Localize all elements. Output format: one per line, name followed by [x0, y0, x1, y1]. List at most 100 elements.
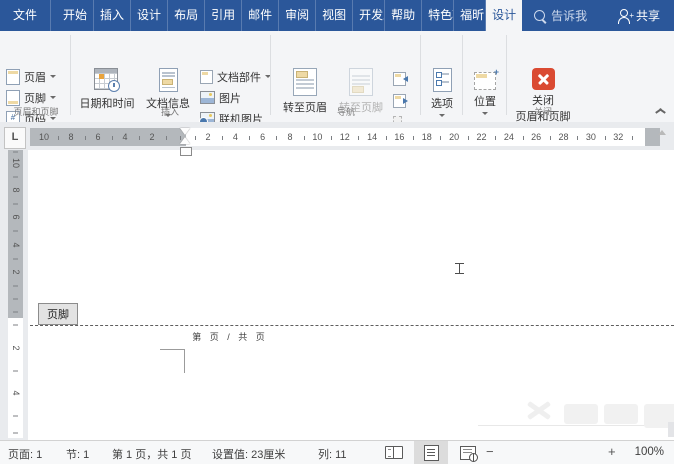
ruler-tick: [386, 136, 387, 140]
document-info-button[interactable]: 文档信息: [140, 64, 196, 130]
ruler-number: 6: [11, 214, 21, 219]
status-setting[interactable]: 设置值: 23厘米: [212, 446, 285, 462]
ruler-vertical[interactable]: 10864224: [8, 150, 23, 438]
footer-field-text[interactable]: 第 页 / 共 页: [185, 330, 275, 343]
ruler-tick: [276, 136, 277, 140]
goto-header-button[interactable]: 转至页眉: [278, 64, 332, 130]
ruler-number: 10: [312, 132, 322, 142]
ruler-tick: [58, 136, 59, 140]
ruler-number: 4: [11, 390, 21, 395]
previous-section-button[interactable]: [393, 69, 406, 88]
document-page[interactable]: 页脚 第 页 / 共 页: [28, 150, 674, 440]
ruler-number: 2: [149, 132, 154, 142]
position-icon: +: [474, 72, 496, 90]
ruler-tick: [358, 136, 359, 140]
picture-button[interactable]: 图片: [200, 88, 241, 107]
ruler-tick: [550, 136, 551, 140]
share-label: 共享: [636, 7, 660, 24]
ruler-number: 32: [613, 132, 623, 142]
tab-references[interactable]: 引用: [205, 0, 242, 31]
left-indent-marker[interactable]: [180, 147, 192, 156]
status-column[interactable]: 列: 11: [318, 446, 347, 462]
scroll-up-icon[interactable]: [658, 130, 666, 135]
search-icon: [534, 10, 545, 21]
chevron-down-icon: [482, 112, 488, 115]
tab-view[interactable]: 视图: [316, 0, 353, 31]
tab-foxit[interactable]: 福昕PDF: [454, 0, 486, 31]
print-layout-icon: [424, 445, 439, 461]
document-canvas: 页脚 第 页 / 共 页 L 1086422468101214161820222…: [0, 122, 674, 440]
tab-home[interactable]: 开始: [57, 0, 94, 31]
ruler-tick: [304, 136, 305, 140]
ruler-tick: [413, 136, 414, 140]
ribbon: 页眉 页脚 # 页码 页眉和页脚 日期和时间 文档信息 文档部件: [0, 31, 674, 123]
picture-icon: [200, 91, 215, 104]
status-section[interactable]: 节: 1: [66, 446, 89, 462]
read-mode-button[interactable]: [380, 441, 408, 464]
hanging-indent-marker[interactable]: [180, 137, 190, 144]
options-label: 选项: [431, 95, 453, 111]
zoom-in-icon[interactable]: +: [608, 444, 616, 459]
date-time-icon: [94, 68, 120, 92]
goto-header-label: 转至页眉: [283, 99, 327, 115]
ruler-tick: [166, 136, 167, 140]
options-button[interactable]: 选项: [424, 64, 460, 130]
ruler-number: 2: [11, 345, 21, 350]
tab-help[interactable]: 帮助: [385, 0, 422, 31]
group-separator: [506, 35, 507, 115]
ruler-number: 2: [11, 269, 21, 274]
tell-me-box[interactable]: 告诉我: [534, 0, 587, 31]
tab-hf-design[interactable]: 设计: [486, 0, 522, 31]
status-bar: 页面: 1 节: 1 第 1 页，共 1 页 设置值: 23厘米 列: 11 −…: [0, 440, 674, 464]
print-layout-button[interactable]: [414, 441, 448, 464]
first-line-indent-marker[interactable]: [180, 128, 190, 135]
document-info-icon: [159, 68, 178, 92]
word-window: 文件开始插入设计布局引用邮件审阅视图开发工具帮助特色功能福昕PDF设计 告诉我 …: [0, 0, 674, 464]
collapse-ribbon-icon[interactable]: [655, 107, 664, 116]
indent-markers[interactable]: [178, 128, 193, 158]
next-section-button[interactable]: [393, 91, 406, 110]
read-mode-icon: [385, 446, 403, 459]
zoom-out-icon[interactable]: −: [486, 444, 494, 459]
ruler-tick: [13, 415, 18, 416]
tab-mailings[interactable]: 邮件: [242, 0, 279, 31]
group-label-close: 关闭: [534, 105, 552, 118]
quick-parts-label: 文档部件: [217, 69, 261, 85]
status-page-of[interactable]: 第 1 页，共 1 页: [112, 446, 191, 462]
share-button[interactable]: + 共享: [617, 0, 660, 31]
ruler-number: 12: [340, 132, 350, 142]
ruler-tick: [249, 136, 250, 140]
tab-review[interactable]: 审阅: [279, 0, 316, 31]
tab-developer[interactable]: 开发工具: [353, 0, 385, 31]
footer-tag: 页脚: [38, 303, 78, 325]
tab-file[interactable]: 文件: [0, 0, 51, 31]
quick-parts-button[interactable]: 文档部件: [200, 67, 271, 86]
tab-layout[interactable]: 布局: [168, 0, 205, 31]
tab-insert[interactable]: 插入: [94, 0, 131, 31]
tab-design[interactable]: 设计: [131, 0, 168, 31]
ruler-tick: [85, 136, 86, 140]
ruler-tick: [13, 285, 18, 286]
ruler-tick: [222, 136, 223, 140]
zoom-level[interactable]: 100%: [635, 446, 664, 458]
ruler-margin-area: [30, 128, 186, 146]
ruler-tick: [13, 299, 18, 300]
ruler-number: 26: [531, 132, 541, 142]
ruler-tick: [605, 136, 606, 140]
status-page[interactable]: 页面: 1: [8, 446, 42, 462]
tab-special-features[interactable]: 特色功能: [422, 0, 454, 31]
group-separator: [270, 35, 271, 115]
position-button[interactable]: + 位置: [466, 64, 504, 130]
ruler-number: 6: [95, 132, 100, 142]
ruler-number: 18: [422, 132, 432, 142]
ruler-number: 24: [504, 132, 514, 142]
ruler-horizontal[interactable]: 1086422468101214161820222426283032: [30, 128, 660, 146]
header-button[interactable]: 页眉: [6, 67, 56, 86]
web-layout-button[interactable]: [454, 441, 482, 464]
ruler-tick: [13, 258, 18, 259]
date-time-button[interactable]: 日期和时间: [76, 64, 138, 130]
goto-header-icon: [293, 68, 317, 96]
tab-selector[interactable]: L: [4, 127, 26, 149]
close-header-footer-button[interactable]: 关闭 页眉和页脚: [510, 64, 576, 130]
ruler-tick: [13, 325, 18, 326]
